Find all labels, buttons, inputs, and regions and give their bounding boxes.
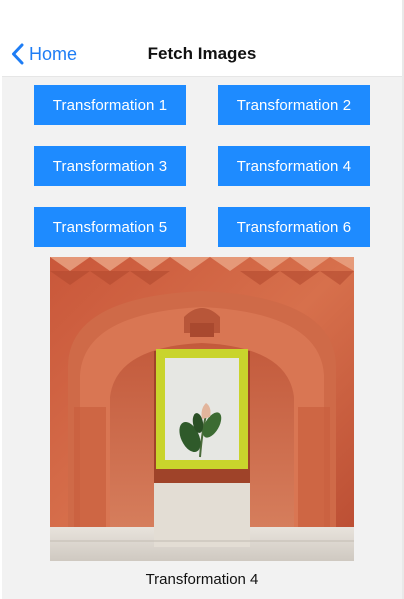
transformation-1-button[interactable]: Transformation 1 bbox=[34, 85, 186, 125]
transformation-5-button[interactable]: Transformation 5 bbox=[34, 207, 186, 247]
transformation-3-button[interactable]: Transformation 3 bbox=[34, 146, 186, 186]
main-content: Transformation 1 Transformation 2 Transf… bbox=[2, 77, 402, 599]
transformation-2-button[interactable]: Transformation 2 bbox=[218, 85, 370, 125]
app-screen: Home Fetch Images Transformation 1 Trans… bbox=[0, 0, 404, 599]
transformation-4-button[interactable]: Transformation 4 bbox=[218, 146, 370, 186]
transformation-6-button[interactable]: Transformation 6 bbox=[218, 207, 370, 247]
navigation-bar: Home Fetch Images bbox=[2, 0, 402, 77]
page-title: Fetch Images bbox=[147, 44, 257, 63]
transformed-image bbox=[50, 257, 354, 561]
image-caption: Transformation 4 bbox=[145, 571, 259, 588]
